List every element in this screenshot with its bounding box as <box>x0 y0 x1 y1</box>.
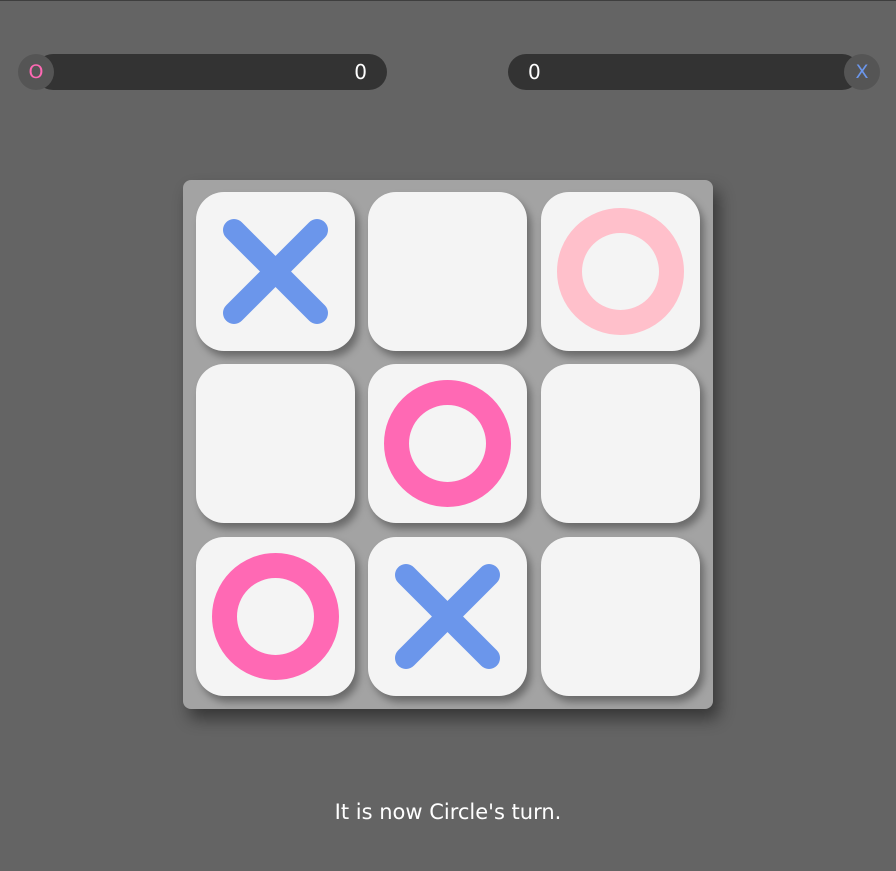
board-cell-3[interactable] <box>541 192 700 351</box>
board-cell-8[interactable] <box>368 537 527 696</box>
board-cell-1[interactable] <box>196 192 355 351</box>
game-board <box>183 180 713 709</box>
board-cell-2[interactable] <box>368 192 527 351</box>
circle-mark-icon <box>212 553 339 680</box>
board-cell-7[interactable] <box>196 537 355 696</box>
turn-status: It is now Circle's turn. <box>334 800 562 824</box>
circle-player-icon: O <box>18 54 54 90</box>
board-cell-6[interactable] <box>541 364 700 523</box>
board-cell-5[interactable] <box>368 364 527 523</box>
board-cell-4[interactable] <box>196 364 355 523</box>
cross-player-icon: X <box>844 54 880 90</box>
board-cell-9[interactable] <box>541 537 700 696</box>
circle-score-bar: 0 <box>35 54 387 90</box>
top-divider <box>0 0 896 1</box>
circle-preview-mark-icon <box>557 208 684 335</box>
cross-mark-icon <box>223 219 328 324</box>
circle-mark-icon <box>384 380 511 507</box>
cross-score: 0 <box>528 60 541 84</box>
circle-score: 0 <box>354 60 367 84</box>
cross-score-bar: 0 <box>508 54 860 90</box>
cross-mark-icon <box>395 564 500 669</box>
